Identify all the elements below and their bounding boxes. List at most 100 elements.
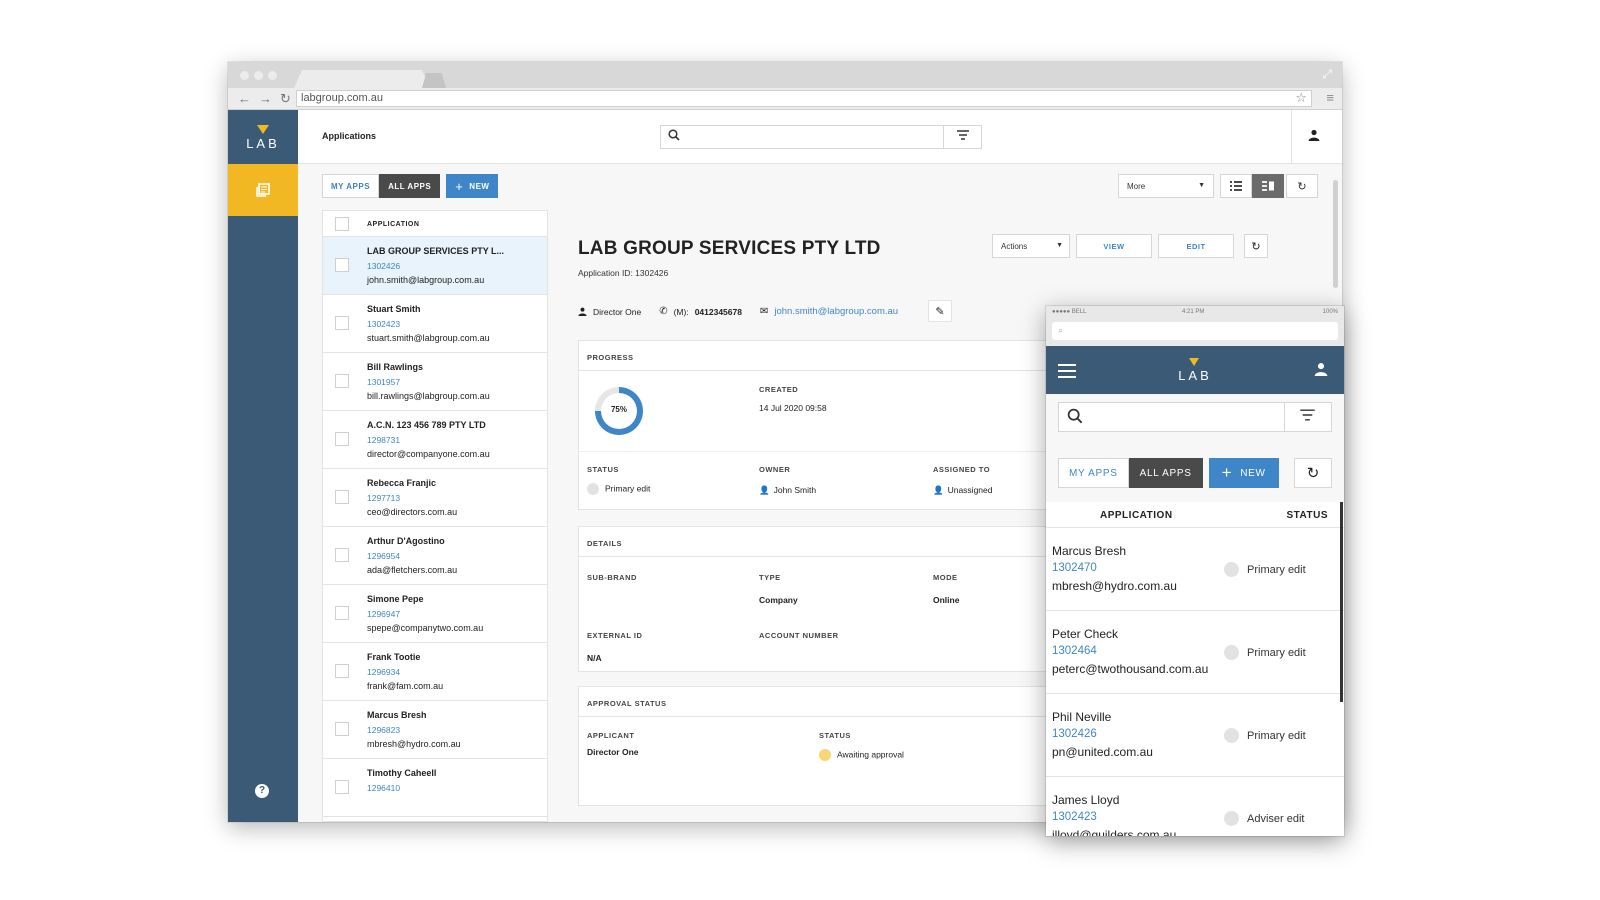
- phone-search-input[interactable]: [1058, 402, 1332, 432]
- row-checkbox[interactable]: [335, 490, 349, 504]
- row-email: director@companyone.com.au: [367, 449, 490, 459]
- row-name: Marcus Bresh: [1052, 544, 1127, 558]
- detail-refresh-button[interactable]: ↻: [1244, 234, 1268, 258]
- browser-tab[interactable]: [294, 70, 430, 88]
- edit-button[interactable]: EDIT: [1158, 234, 1234, 258]
- select-all-checkbox[interactable]: [335, 217, 349, 231]
- fullscreen-icon[interactable]: ⤢: [1322, 67, 1332, 82]
- status-dot-icon: [819, 749, 831, 761]
- row-id[interactable]: 1302426: [1052, 728, 1097, 740]
- search-input[interactable]: [660, 125, 982, 149]
- all-apps-tab[interactable]: ALL APPS: [379, 174, 441, 198]
- sidebar-item-applications[interactable]: [228, 164, 298, 216]
- row-status-text: Primary edit: [1247, 729, 1306, 742]
- row-name: Timothy Caheell: [367, 768, 437, 778]
- more-dropdown[interactable]: More ▼: [1118, 174, 1214, 198]
- browser-menu-icon[interactable]: ≡: [1326, 90, 1334, 105]
- row-checkbox[interactable]: [335, 664, 349, 678]
- row-id[interactable]: 1296947: [367, 609, 400, 619]
- row-id[interactable]: 1302464: [1052, 645, 1097, 657]
- list-item[interactable]: Simone Pepe 1296947 spepe@companytwo.com…: [323, 585, 547, 643]
- reload-icon[interactable]: ↻: [280, 91, 291, 107]
- back-icon[interactable]: ←: [238, 91, 251, 107]
- list-item[interactable]: Timothy Caheell 1296410: [323, 759, 547, 817]
- search-icon: ⌕: [1058, 325, 1064, 335]
- row-checkbox[interactable]: [335, 606, 349, 620]
- window-controls[interactable]: [240, 71, 277, 80]
- row-id[interactable]: 1297713: [367, 493, 400, 503]
- list-item[interactable]: Peter Check 1302464 peterc@twothousand.c…: [1046, 611, 1344, 694]
- row-checkbox[interactable]: [335, 722, 349, 736]
- new-tab-button[interactable]: [422, 73, 446, 88]
- row-id[interactable]: 1301957: [367, 377, 400, 387]
- phone-icon: ✆: [659, 306, 668, 317]
- refresh-icon: ↻: [1251, 240, 1261, 253]
- lab-logo[interactable]: LAB: [228, 110, 298, 164]
- new-application-button[interactable]: + NEW: [446, 174, 499, 198]
- user-account-icon[interactable]: [1308, 128, 1320, 146]
- list-item[interactable]: A.C.N. 123 456 789 PTY LTD 1298731 direc…: [323, 411, 547, 469]
- list-item[interactable]: Bill Rawlings 1301957 bill.rawlings@labg…: [323, 353, 547, 411]
- list-item[interactable]: Marcus Bresh 1296823 mbresh@hydro.com.au: [323, 701, 547, 759]
- list-item[interactable]: Arthur D'Agostino 1296954 ada@fletchers.…: [323, 527, 547, 585]
- address-bar[interactable]: labgroup.com.au ☆: [296, 90, 1312, 107]
- list-item[interactable]: Marcus Bresh 1302470 mbresh@hydro.com.au…: [1046, 528, 1344, 611]
- list-item[interactable]: Rebecca Franjic 1297713 ceo@directors.co…: [323, 469, 547, 527]
- row-name: Stuart Smith: [367, 304, 421, 314]
- row-checkbox[interactable]: [335, 780, 349, 794]
- person-icon: 👤: [759, 485, 770, 495]
- row-checkbox[interactable]: [335, 258, 349, 272]
- my-apps-tab[interactable]: MY APPS: [322, 174, 380, 198]
- row-name: Phil Neville: [1052, 710, 1112, 724]
- row-checkbox[interactable]: [335, 548, 349, 562]
- filter-icon[interactable]: [957, 130, 969, 143]
- filter-icon[interactable]: [1300, 409, 1315, 424]
- list-item[interactable]: Frank Tootie 1296934 frank@fam.com.au: [323, 643, 547, 701]
- row-id[interactable]: 1302470: [1052, 562, 1097, 574]
- row-id[interactable]: 1302423: [367, 319, 400, 329]
- list-item[interactable]: James Lloyd 1302423 jlloyd@guilders.com.…: [1046, 777, 1344, 836]
- row-checkbox[interactable]: [335, 316, 349, 330]
- person-icon: 👤: [933, 485, 944, 495]
- user-account-icon[interactable]: [1314, 362, 1328, 381]
- actions-dropdown[interactable]: Actions ▼: [992, 234, 1070, 258]
- phone-status-bar: ●●●●● BELL 4:21 PM 100%: [1046, 306, 1344, 318]
- row-id[interactable]: 1298731: [367, 435, 400, 445]
- view-button[interactable]: VIEW: [1076, 234, 1152, 258]
- row-id[interactable]: 1302423: [1052, 811, 1097, 823]
- approval-status-text: Awaiting approval: [837, 749, 904, 760]
- row-name: A.C.N. 123 456 789 PTY LTD: [367, 420, 486, 430]
- help-icon[interactable]: ?: [255, 784, 269, 798]
- toolbar: MY APPS ALL APPS + NEW More ▼ ↻: [322, 174, 1318, 200]
- phone-address-bar[interactable]: ⌕: [1046, 318, 1344, 346]
- split-view-button[interactable]: [1252, 174, 1284, 198]
- row-id[interactable]: 1296823: [367, 725, 400, 735]
- row-checkbox[interactable]: [335, 432, 349, 446]
- row-id[interactable]: 1302426: [367, 261, 400, 271]
- list-item[interactable]: Stuart Smith 1302423 stuart.smith@labgro…: [323, 295, 547, 353]
- row-status-text: Adviser edit: [1247, 812, 1305, 825]
- edit-contact-pencil-icon[interactable]: ✎: [928, 300, 952, 322]
- row-checkbox[interactable]: [335, 374, 349, 388]
- refresh-button[interactable]: ↻: [1294, 458, 1332, 488]
- forward-icon[interactable]: →: [259, 91, 272, 107]
- row-id[interactable]: 1296410: [367, 783, 400, 793]
- row-id[interactable]: 1296954: [367, 551, 400, 561]
- column-status: STATUS: [1286, 510, 1328, 521]
- phone-logo[interactable]: LAB: [1046, 368, 1344, 383]
- row-email: mbresh@hydro.com.au: [367, 739, 461, 749]
- list-view-button[interactable]: [1220, 174, 1252, 198]
- window-scrollbar[interactable]: [1333, 180, 1338, 288]
- bookmark-star-icon[interactable]: ☆: [1295, 90, 1307, 106]
- row-name: Arthur D'Agostino: [367, 536, 445, 546]
- contact-email-link[interactable]: john.smith@labgroup.com.au: [774, 306, 898, 317]
- list-item[interactable]: LAB GROUP SERVICES PTY L... 1302426 john…: [323, 237, 547, 295]
- phone-scrollbar[interactable]: [1340, 502, 1343, 702]
- list-item[interactable]: Phil Neville 1302426 pn@united.com.au Pr…: [1046, 694, 1344, 777]
- column-application: APPLICATION: [1100, 510, 1173, 521]
- my-apps-tab[interactable]: MY APPS: [1058, 458, 1129, 488]
- refresh-button[interactable]: ↻: [1286, 174, 1318, 198]
- all-apps-tab[interactable]: ALL APPS: [1128, 458, 1203, 488]
- row-id[interactable]: 1296934: [367, 667, 400, 677]
- new-application-button[interactable]: + NEW: [1208, 458, 1279, 488]
